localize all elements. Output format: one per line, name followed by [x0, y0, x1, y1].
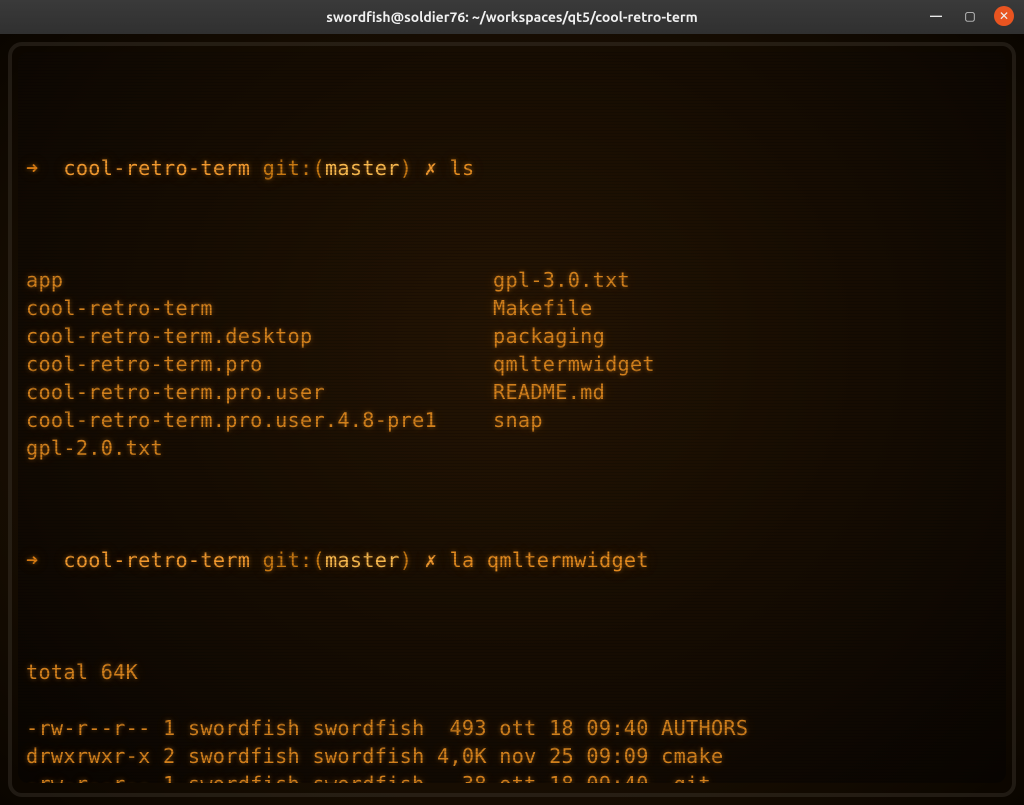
list-item: cool-retro-term.pro.user — [26, 378, 437, 406]
terminal-output[interactable]: ➜ cool-retro-term git:(master) ✗ ls app … — [26, 70, 998, 783]
prompt-x-icon: ✗ — [425, 156, 437, 180]
list-item: snap — [493, 406, 655, 434]
list-item: Makefile — [493, 294, 655, 322]
list-item: gpl-2.0.txt — [26, 434, 437, 462]
crt-frame: ➜ cool-retro-term git:(master) ✗ ls app … — [0, 34, 1024, 805]
table-row: drwxrwxr-x 2 swordfish swordfish 4,0K no… — [26, 742, 998, 770]
window-controls: — ▢ ✕ — [926, 6, 1014, 26]
list-item: cool-retro-term.pro — [26, 350, 437, 378]
list-item: gpl-3.0.txt — [493, 266, 655, 294]
prompt-git-label: git:( — [263, 548, 325, 572]
prompt-line: ➜ cool-retro-term git:(master) ✗ ls — [26, 154, 998, 182]
prompt-arrow-icon: ➜ — [26, 156, 38, 180]
prompt-branch: master — [325, 156, 400, 180]
table-row: -rw-r--r-- 1 swordfish swordfish 38 ott … — [26, 770, 998, 783]
prompt-line: ➜ cool-retro-term git:(master) ✗ la qmlt… — [26, 546, 998, 574]
list-item: README.md — [493, 378, 655, 406]
command-text: ls — [450, 156, 475, 180]
prompt-git-label: git:( — [263, 156, 325, 180]
command-text: la qmltermwidget — [450, 548, 649, 572]
prompt-git-close: ) — [400, 156, 412, 180]
crt-screen[interactable]: ➜ cool-retro-term git:(master) ✗ ls app … — [18, 52, 1006, 783]
ls-output: app cool-retro-term cool-retro-term.desk… — [26, 266, 998, 462]
list-item: cool-retro-term — [26, 294, 437, 322]
ls-column-2: gpl-3.0.txt Makefile packaging qmltermwi… — [493, 266, 655, 462]
list-item: cool-retro-term.desktop — [26, 322, 437, 350]
table-row: -rw-r--r-- 1 swordfish swordfish 493 ott… — [26, 714, 998, 742]
window-titlebar: swordfish@soldier76: ~/workspaces/qt5/co… — [0, 0, 1024, 34]
window-title: swordfish@soldier76: ~/workspaces/qt5/co… — [326, 9, 697, 25]
maximize-icon[interactable]: ▢ — [960, 6, 980, 26]
list-item: packaging — [493, 322, 655, 350]
close-icon[interactable]: ✕ — [994, 6, 1014, 26]
la-total: total 64K — [26, 658, 998, 686]
prompt-cwd: cool-retro-term — [63, 156, 250, 180]
prompt-branch: master — [325, 548, 400, 572]
la-listing: -rw-r--r-- 1 swordfish swordfish 493 ott… — [26, 714, 998, 783]
prompt-git-close: ) — [400, 548, 412, 572]
prompt-x-icon: ✗ — [425, 548, 437, 572]
list-item: qmltermwidget — [493, 350, 655, 378]
prompt-arrow-icon: ➜ — [26, 548, 38, 572]
list-item: cool-retro-term.pro.user.4.8-pre1 — [26, 406, 437, 434]
minimize-icon[interactable]: — — [926, 6, 946, 26]
ls-column-1: app cool-retro-term cool-retro-term.desk… — [26, 266, 437, 462]
list-item: app — [26, 266, 437, 294]
prompt-cwd: cool-retro-term — [63, 548, 250, 572]
